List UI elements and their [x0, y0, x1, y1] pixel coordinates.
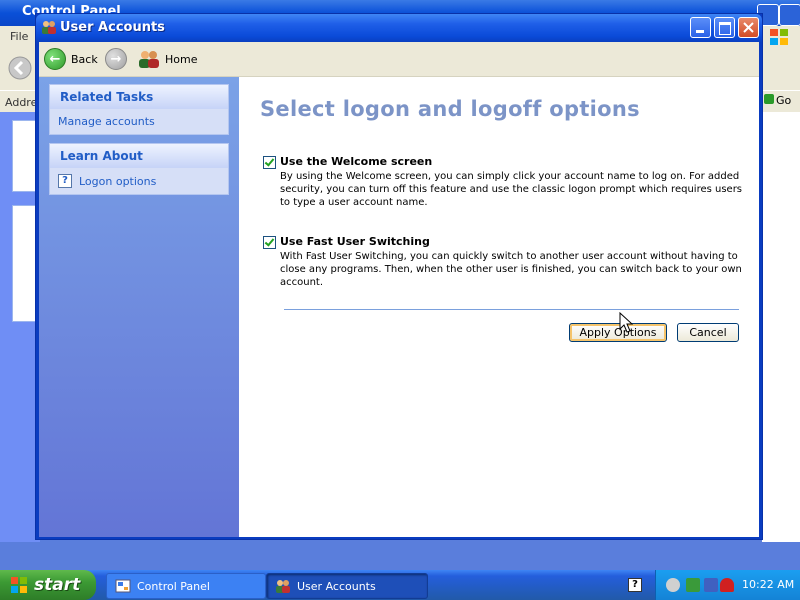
mouse-pointer-icon	[619, 312, 633, 333]
fast-user-switching-label[interactable]: Use Fast User Switching	[280, 235, 430, 248]
fast-user-switching-checkbox[interactable]	[263, 236, 276, 249]
fast-user-switching-option: Use Fast User Switching With Fast User S…	[263, 235, 743, 295]
welcome-screen-label[interactable]: Use the Welcome screen	[280, 155, 432, 168]
close-icon	[743, 22, 754, 33]
manage-accounts-label: Manage accounts	[58, 115, 155, 128]
back-arrow-icon: ←	[44, 48, 66, 70]
maximize-icon	[719, 22, 731, 35]
menu-file[interactable]: File	[10, 30, 28, 43]
control-panel-back-icon[interactable]	[8, 56, 32, 80]
maximize-button[interactable]	[714, 17, 735, 38]
page-title: Select logon and logoff options	[260, 97, 640, 121]
close-button[interactable]	[738, 17, 759, 38]
tray-security-shield-icon[interactable]	[720, 578, 734, 592]
main-content: Select logon and logoff options Use the …	[239, 77, 759, 537]
welcome-screen-checkbox[interactable]	[263, 156, 276, 169]
start-button[interactable]: start	[0, 570, 96, 600]
back-label: Back	[71, 52, 98, 66]
user-accounts-taskbar-icon	[276, 580, 290, 593]
navigation-toolbar: ← Back → Home	[39, 42, 759, 77]
task-pane: Related Tasks Manage accounts Learn Abou…	[39, 77, 239, 537]
learn-about-box: Learn About ? Logon options	[49, 143, 229, 195]
forward-arrow-icon: →	[105, 48, 127, 70]
learn-about-header: Learn About	[50, 144, 228, 168]
logon-options-label: Logon options	[79, 174, 157, 188]
user-accounts-icon	[42, 21, 56, 34]
user-accounts-window: User Accounts ← Back → Home Related Task…	[35, 13, 763, 540]
minimize-icon	[696, 30, 704, 33]
home-button[interactable]: Home	[138, 46, 197, 72]
taskbar: start Control Panel User Accounts ? 10:2…	[0, 570, 800, 600]
control-panel-window-buttons	[757, 2, 800, 26]
minimize-button[interactable]	[690, 17, 711, 38]
related-tasks-header: Related Tasks	[50, 85, 228, 109]
tray-update-icon[interactable]	[704, 578, 718, 592]
control-panel-icon	[115, 579, 131, 593]
windows-logo-icon	[11, 577, 27, 593]
tray-volume-icon[interactable]	[666, 578, 680, 592]
related-tasks-box: Related Tasks Manage accounts	[49, 84, 229, 135]
cancel-button[interactable]: Cancel	[677, 323, 739, 342]
taskbar-label-user-accounts: User Accounts	[297, 579, 376, 593]
taskbar-button-user-accounts[interactable]: User Accounts	[266, 573, 428, 599]
start-label: start	[34, 575, 81, 595]
taskbar-button-control-panel[interactable]: Control Panel	[106, 573, 266, 599]
tray-network-icon[interactable]	[686, 578, 700, 592]
system-tray: 10:22 AM	[655, 570, 800, 600]
welcome-screen-option: Use the Welcome screen By using the Welc…	[263, 155, 743, 215]
window-title: User Accounts	[60, 20, 165, 35]
separator-line	[284, 309, 739, 310]
go-arrow-icon	[764, 94, 774, 104]
apply-options-button[interactable]: Apply Options	[569, 323, 667, 342]
fast-user-switching-description: With Fast User Switching, you can quickl…	[280, 251, 742, 288]
help-icon: ?	[58, 174, 72, 188]
back-button[interactable]: ← Back	[44, 46, 98, 72]
clock: 10:22 AM	[742, 578, 795, 591]
manage-accounts-link[interactable]: Manage accounts	[50, 109, 228, 134]
user-accounts-titlebar[interactable]: User Accounts	[36, 14, 762, 42]
welcome-screen-description: By using the Welcome screen, you can sim…	[280, 171, 743, 208]
go-button[interactable]: Go	[762, 92, 800, 110]
logon-options-link[interactable]: ? Logon options	[50, 168, 228, 194]
home-label: Home	[165, 52, 198, 66]
home-users-icon	[139, 51, 159, 68]
control-panel-maximize-button[interactable]	[779, 4, 800, 26]
taskbar-label-control-panel: Control Panel	[137, 579, 210, 593]
windows-flag-icon	[770, 29, 788, 45]
go-label: Go	[776, 94, 792, 107]
address-label: Addre	[5, 96, 38, 109]
control-panel-right-pane	[762, 112, 800, 542]
forward-button[interactable]: →	[105, 46, 127, 72]
taskbar-help-icon[interactable]: ?	[628, 578, 642, 592]
